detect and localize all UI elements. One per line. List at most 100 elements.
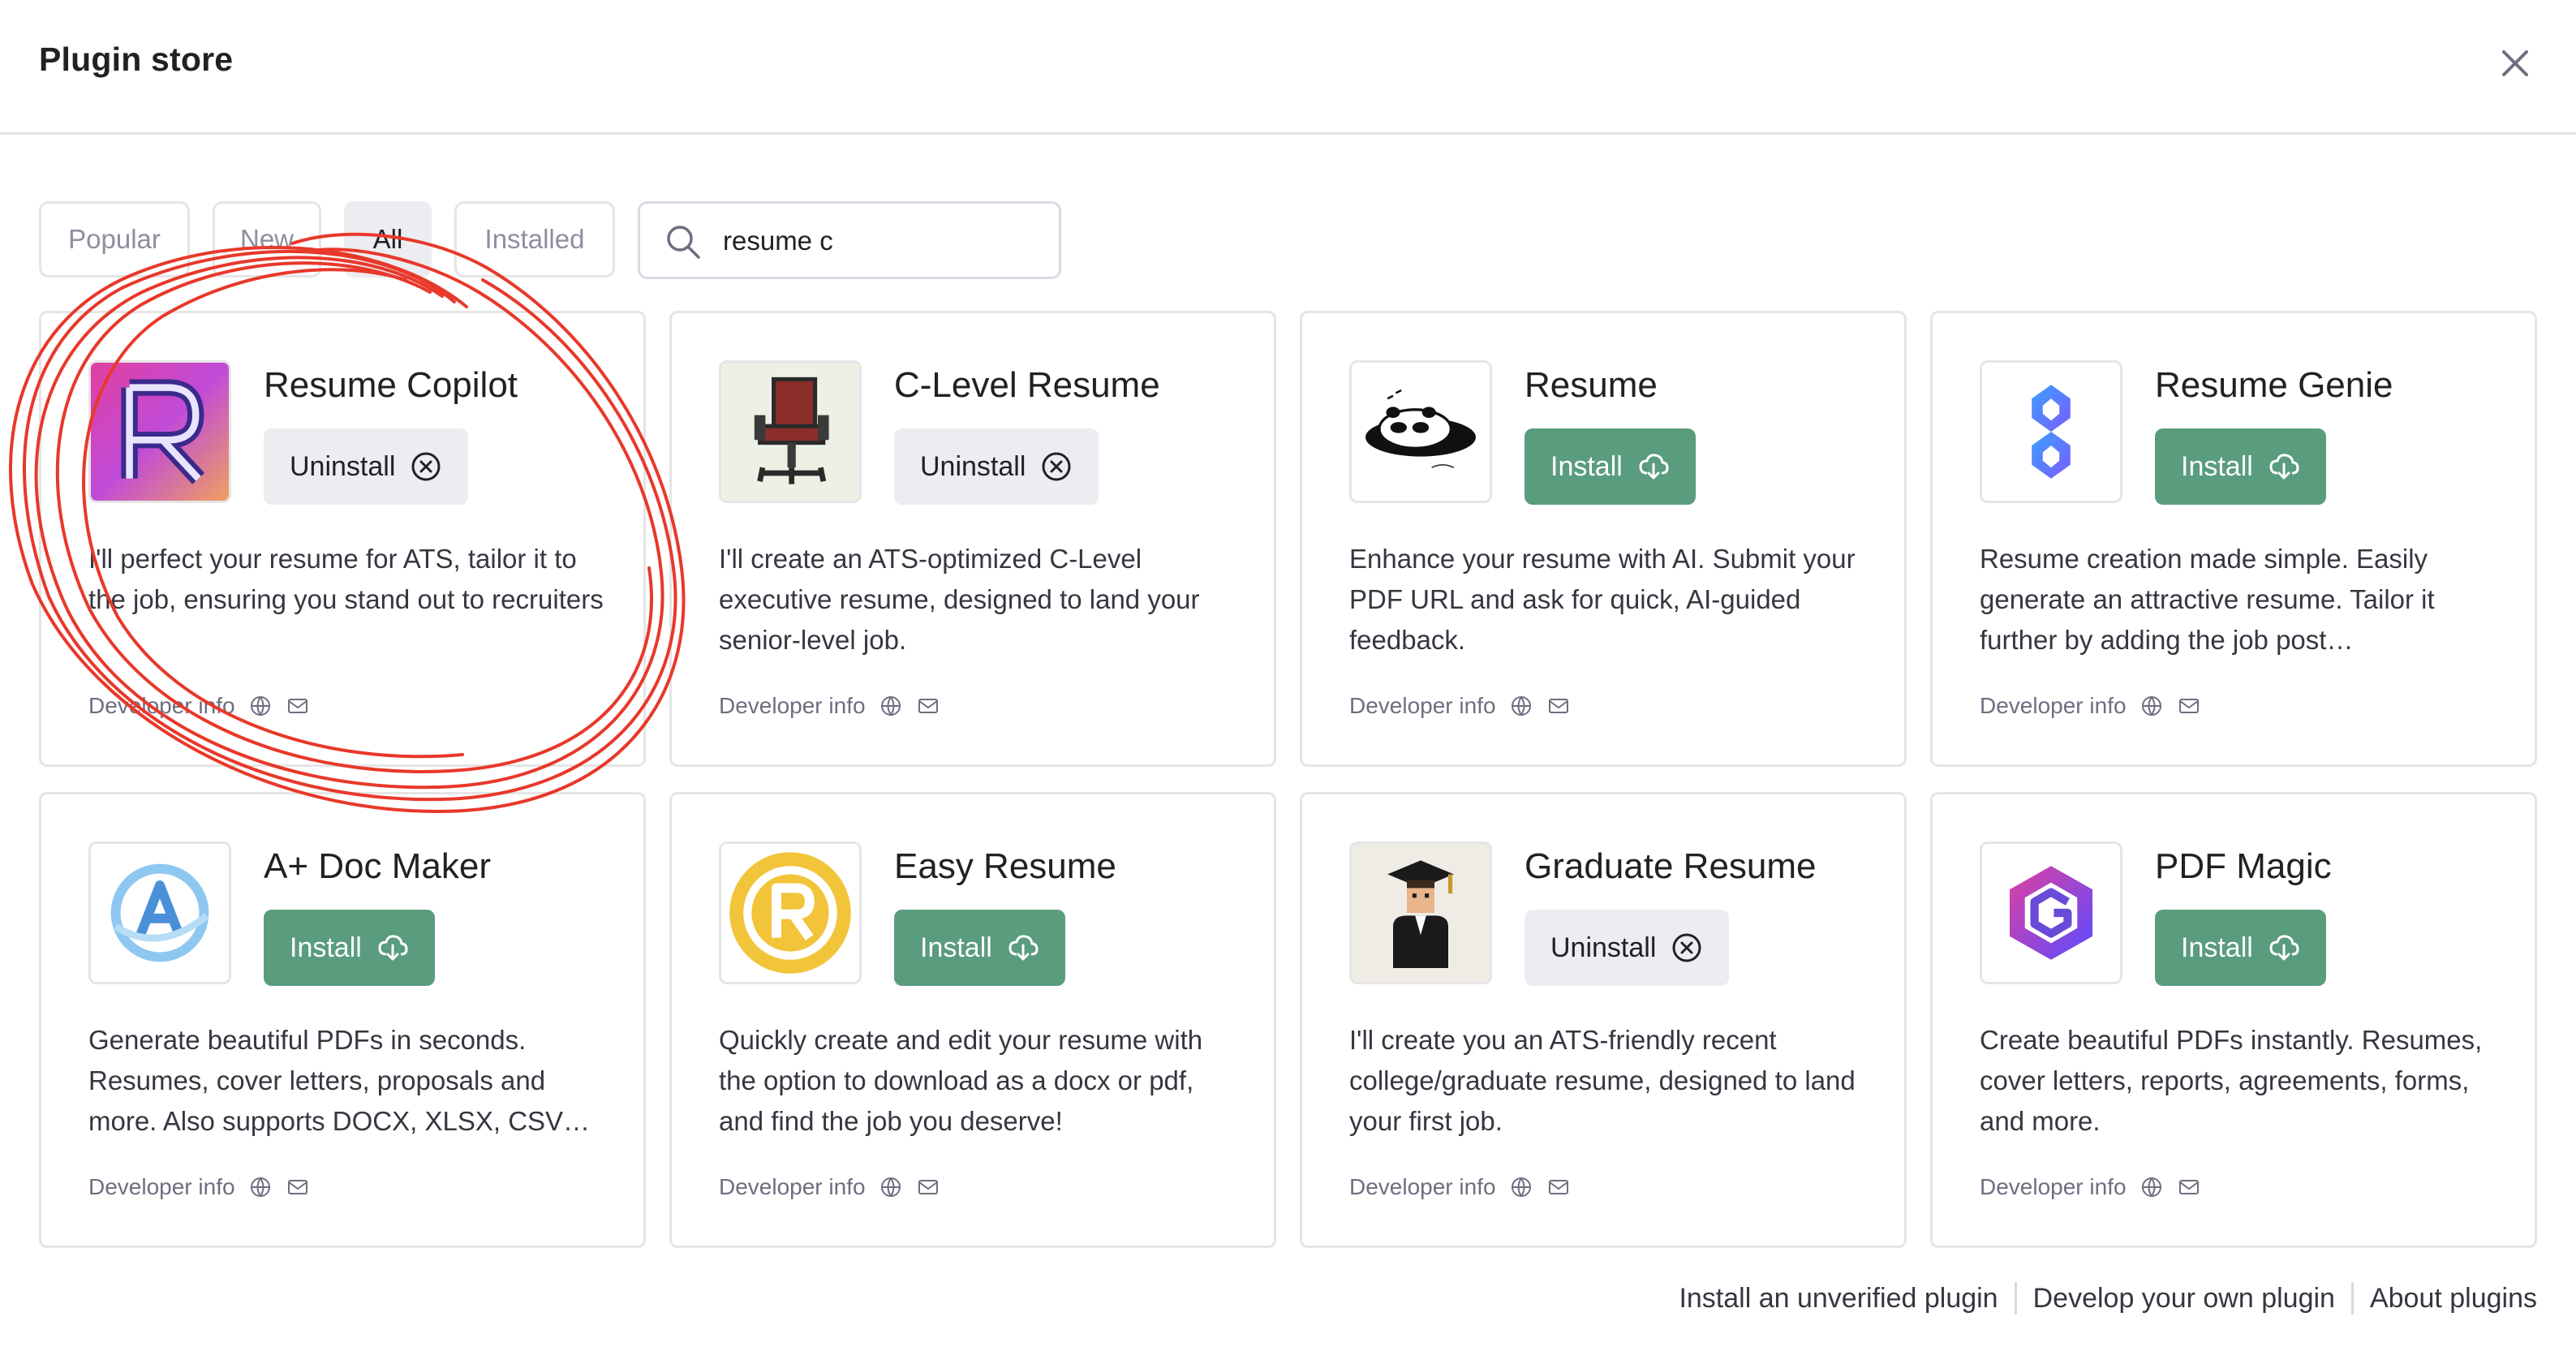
plugin-store-modal: Plugin store Popular New All Installed r… [0, 0, 2576, 1347]
modal-header: Plugin store [0, 0, 2576, 135]
button-label: Install [2181, 932, 2253, 963]
plugin-name: C-Level Resume [894, 365, 1160, 405]
cloud-download-icon [2269, 454, 2299, 480]
plugin-card-pdf-magic: PDF Magic Install Create beautiful PDFs … [1930, 792, 2537, 1248]
circle-x-icon [1672, 933, 1701, 962]
search-icon [667, 226, 700, 259]
uninstall-button[interactable]: Uninstall [264, 428, 469, 505]
search-input[interactable] [721, 215, 1049, 267]
mail-icon[interactable] [2177, 694, 2201, 718]
developer-info-label: Developer info [1980, 1174, 2127, 1199]
plugin-name: Resume Genie [2155, 365, 2393, 405]
globe-icon[interactable] [248, 694, 273, 718]
cloud-download-icon [1008, 935, 1039, 961]
close-button[interactable] [2492, 41, 2538, 86]
developer-info: Developer info [1980, 1174, 2201, 1200]
developer-info: Developer info [1980, 693, 2201, 719]
search-box[interactable] [638, 201, 1061, 279]
cloud-download-icon [2269, 935, 2299, 961]
about-plugins-link[interactable]: About plugins [2370, 1283, 2537, 1315]
button-label: Uninstall [290, 450, 396, 482]
divider [2014, 1282, 2017, 1315]
mail-icon[interactable] [916, 694, 940, 718]
button-label: Uninstall [920, 450, 1026, 482]
plugin-card-easy-resume: Easy Resume Install Quickly create and e… [669, 792, 1276, 1248]
resume-logo [1349, 360, 1492, 503]
developer-info: Developer info [1349, 1174, 1571, 1200]
tab-all[interactable]: All [344, 201, 432, 278]
globe-icon[interactable] [2139, 1175, 2164, 1199]
install-button[interactable]: Install [264, 910, 435, 986]
mail-icon[interactable] [2177, 1175, 2201, 1199]
plugin-name: Easy Resume [894, 846, 1116, 886]
plugin-card-c-level-resume: C-Level Resume Uninstall I'll create an … [669, 311, 1276, 767]
plugin-card-resume: Resume Install Enhance your resume with … [1300, 311, 1907, 767]
resume-copilot-logo [88, 360, 231, 503]
graduate-resume-logo [1349, 841, 1492, 984]
developer-info: Developer info [88, 1174, 310, 1200]
mail-icon[interactable] [286, 1175, 310, 1199]
c-level-resume-logo [719, 360, 862, 503]
globe-icon[interactable] [248, 1175, 273, 1199]
button-label: Install [2181, 450, 2253, 482]
mail-icon[interactable] [916, 1175, 940, 1199]
globe-icon[interactable] [1509, 1175, 1533, 1199]
plugin-name: Resume Copilot [264, 365, 518, 405]
developer-info: Developer info [88, 693, 310, 719]
install-button[interactable]: Install [894, 910, 1065, 986]
mail-icon[interactable] [1546, 1175, 1571, 1199]
easy-resume-logo [719, 841, 862, 984]
divider [2350, 1282, 2354, 1315]
pdf-magic-logo [1980, 841, 2122, 984]
button-label: Install [920, 932, 992, 963]
uninstall-button[interactable]: Uninstall [1525, 910, 1730, 986]
cloud-download-icon [1639, 454, 1669, 480]
plugin-description: Enhance your resume with AI. Submit your… [1349, 544, 1856, 655]
footer-links: Install an unverified plugin Develop you… [1679, 1282, 2537, 1315]
circle-x-icon [1042, 452, 1071, 481]
a-plus-doc-maker-logo [88, 841, 231, 984]
tab-label: All [372, 224, 403, 254]
resume-genie-logo [1980, 360, 2122, 503]
tab-popular[interactable]: Popular [39, 201, 190, 278]
globe-icon[interactable] [879, 694, 903, 718]
plugin-card-graduate-resume: Graduate Resume Uninstall I'll create yo… [1300, 792, 1907, 1248]
install-button[interactable]: Install [2155, 910, 2326, 986]
developer-info: Developer info [719, 693, 940, 719]
plugin-name: Resume [1525, 365, 1658, 405]
globe-icon[interactable] [1509, 694, 1533, 718]
install-unverified-plugin-link[interactable]: Install an unverified plugin [1679, 1283, 1998, 1315]
developer-info-label: Developer info [1980, 693, 2127, 718]
plugin-description: I'll perfect your resume for ATS, tailor… [88, 544, 604, 614]
developer-info-label: Developer info [1349, 693, 1496, 718]
developer-info-label: Developer info [88, 693, 235, 718]
developer-info-label: Developer info [88, 1174, 235, 1199]
tab-new[interactable]: New [213, 201, 321, 278]
page-title: Plugin store [39, 41, 234, 78]
plugin-card-resume-genie: Resume Genie Install Resume creation mad… [1930, 311, 2537, 767]
install-button[interactable]: Install [2155, 428, 2326, 505]
close-icon [2502, 50, 2528, 76]
tab-label: Popular [68, 224, 161, 254]
develop-own-plugin-link[interactable]: Develop your own plugin [2033, 1283, 2335, 1315]
button-label: Install [1550, 450, 1623, 482]
mail-icon[interactable] [1546, 694, 1571, 718]
uninstall-button[interactable]: Uninstall [894, 428, 1099, 505]
plugin-card-a-plus-doc-maker: A+ Doc Maker Install Generate beautiful … [39, 792, 646, 1248]
cloud-download-icon [378, 935, 408, 961]
plugin-description: Quickly create and edit your resume with… [719, 1025, 1203, 1136]
button-label: Uninstall [1550, 932, 1657, 963]
mail-icon[interactable] [286, 694, 310, 718]
plugin-name: Graduate Resume [1525, 846, 1817, 886]
developer-info-label: Developer info [719, 1174, 866, 1199]
developer-info-label: Developer info [1349, 1174, 1496, 1199]
plugin-description: Generate beautiful PDFs in seconds. Resu… [88, 1025, 591, 1136]
plugin-description: I'll create an ATS-optimized C-Level exe… [719, 544, 1200, 655]
install-button[interactable]: Install [1525, 428, 1696, 505]
developer-info: Developer info [1349, 693, 1571, 719]
plugin-card-resume-copilot: Resume Copilot Uninstall I'll perfect yo… [39, 311, 646, 767]
plugin-description: Create beautiful PDFs instantly. Resumes… [1980, 1025, 2483, 1136]
globe-icon[interactable] [879, 1175, 903, 1199]
globe-icon[interactable] [2139, 694, 2164, 718]
tab-installed[interactable]: Installed [454, 201, 615, 278]
